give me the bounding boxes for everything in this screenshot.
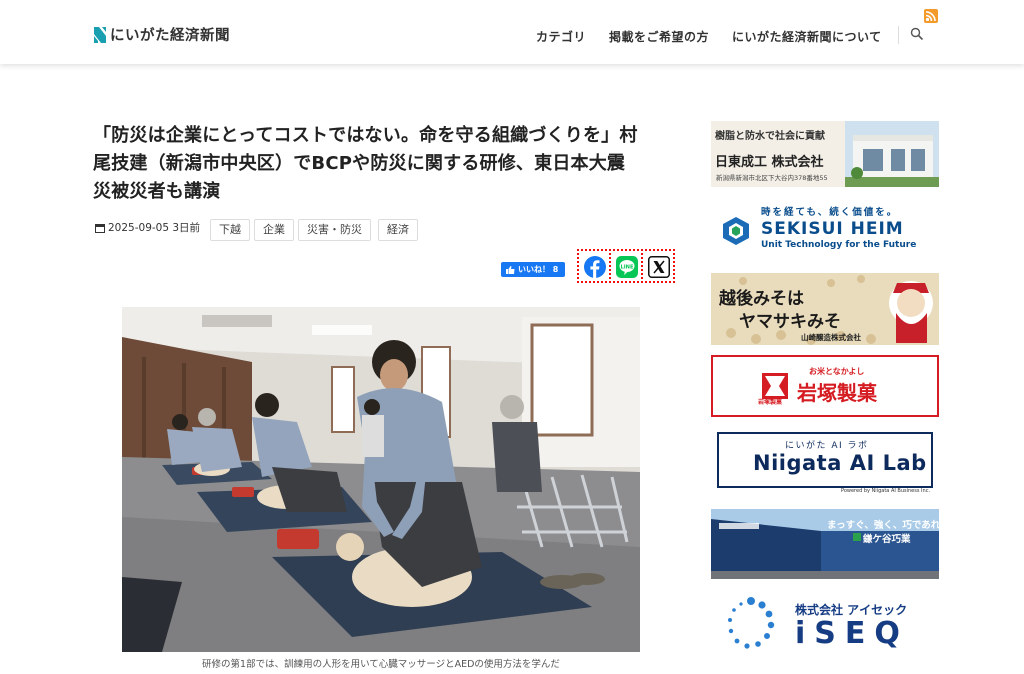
banner-brand: 鎌ケ谷巧業 bbox=[863, 534, 911, 545]
nav-divider bbox=[898, 26, 899, 44]
title-line: 災被災者も講演 bbox=[93, 181, 221, 202]
site-logo[interactable]: にいがた経済新聞 bbox=[94, 24, 230, 45]
sekisui-logo-icon bbox=[723, 217, 749, 245]
banner-brand: iSEQ bbox=[795, 616, 909, 651]
nav-item-about[interactable]: にいがた経済新聞について bbox=[732, 28, 882, 45]
article-title: 「防災は企業にとってコストではない。命を守る組織づくりを」村 尾技建（新潟市中央… bbox=[93, 122, 678, 206]
ad-banner-yamasaki-miso[interactable]: 越後みそは ヤマサキみそ 山崎醸造株式会社 bbox=[711, 273, 939, 345]
banner-sub: Unit Technology for the Future bbox=[761, 240, 917, 250]
tag-link[interactable]: 災害・防災 bbox=[298, 219, 371, 241]
banner-small: にいがた AI ラボ bbox=[785, 441, 869, 451]
banner-line1: 越後みそは bbox=[719, 289, 804, 309]
calendar-icon bbox=[95, 223, 105, 233]
nav-item-category[interactable]: カテゴリ bbox=[536, 28, 586, 45]
article-meta: 2025-09-05 3日前 bbox=[95, 220, 200, 235]
ad-banner-niigata-ai-lab[interactable]: にいがた AI ラボ Niigata AI Lab Powered by Nii… bbox=[711, 428, 939, 497]
facebook-like-button[interactable]: いいね！ 8 bbox=[501, 262, 565, 277]
nav-item-advertise[interactable]: 掲載をご希望の方 bbox=[609, 28, 709, 45]
ad-banner-iseq[interactable]: 株式会社 アイセック iSEQ bbox=[711, 589, 939, 659]
banner-foot: Powered by Niigata AI Business Inc. bbox=[841, 488, 931, 494]
post-date: 2025-09-05 3日前 bbox=[108, 222, 201, 234]
tag-link[interactable]: 経済 bbox=[378, 219, 418, 241]
site-header: にいがた経済新聞 カテゴリ 掲載をご希望の方 にいがた経済新聞について bbox=[0, 0, 1024, 64]
kamagaya-logo-icon bbox=[853, 533, 861, 541]
rss-icon[interactable] bbox=[924, 9, 938, 23]
banner-mark: 岩塚製菓 bbox=[758, 399, 783, 406]
ad-banner-nitto-seiko[interactable]: 樹脂と防水で社会に貢献 日東成工 株式会社 新潟県新潟市北区下大谷内378番地5… bbox=[711, 121, 939, 187]
banner-company: 日東成工 株式会社 bbox=[715, 155, 824, 170]
share-x-button[interactable] bbox=[641, 249, 675, 283]
ad-banner-kamagaya-kogyo[interactable]: まっすぐ、強く、巧であれ。 鎌ケ谷巧業 bbox=[711, 509, 939, 579]
banner-tagline: 時を経ても、続く価値を。 bbox=[761, 207, 899, 218]
banner-headline: 樹脂と防水で社会に貢献 bbox=[715, 131, 825, 142]
building-photo bbox=[845, 121, 939, 187]
banner-line1: まっすぐ、強く、巧であれ。 bbox=[827, 520, 939, 531]
share-line-button[interactable]: LINE bbox=[609, 249, 643, 283]
ad-banner-sekisui-heim[interactable]: 時を経ても、続く価値を。 SEKISUI HEIM Unit Technolog… bbox=[711, 198, 939, 264]
banner-company: 山崎醸造株式会社 bbox=[801, 333, 861, 342]
banner-brand: Niigata AI Lab bbox=[753, 451, 927, 475]
banner-address: 新潟県新潟市北区下大谷内378番地55 bbox=[716, 174, 828, 182]
banner-brand: 岩塚製菓 bbox=[797, 381, 877, 405]
site-logo-text: にいがた経済新聞 bbox=[110, 27, 230, 44]
banner-small: お米となかよし bbox=[809, 367, 865, 376]
x-icon bbox=[648, 256, 670, 278]
photo-caption: 研修の第1部では、訓練用の人形を用いて心臓マッサージとAEDの使用方法を学んだ bbox=[202, 659, 560, 670]
banner-line2: ヤマサキみそ bbox=[739, 312, 841, 332]
line-icon: LINE bbox=[616, 256, 638, 278]
ad-banner-iwatsuka[interactable]: お米となかよし 岩塚製菓 岩塚製菓 bbox=[711, 355, 939, 417]
iwatsuka-logo-icon bbox=[762, 373, 788, 399]
iseq-logo-icon bbox=[728, 597, 775, 649]
facebook-icon bbox=[584, 256, 606, 278]
tag-link[interactable]: 下越 bbox=[210, 219, 250, 241]
search-icon[interactable] bbox=[910, 27, 924, 41]
share-facebook-button[interactable] bbox=[577, 249, 611, 283]
thumbs-up-icon bbox=[506, 265, 515, 274]
title-line: 尾技建（新潟市中央区）でBCPや防災に関する研修、東日本大震 bbox=[93, 153, 626, 174]
svg-text:LINE: LINE bbox=[620, 264, 634, 270]
logo-mark-icon bbox=[94, 26, 106, 43]
article-photo bbox=[122, 307, 640, 652]
title-line: 「防災は企業にとってコストではない。命を守る組織づくりを」村 bbox=[93, 125, 638, 146]
tag-link[interactable]: 企業 bbox=[254, 219, 294, 241]
like-label: いいね！ 8 bbox=[518, 265, 559, 274]
banner-brand: SEKISUI HEIM bbox=[761, 219, 904, 239]
